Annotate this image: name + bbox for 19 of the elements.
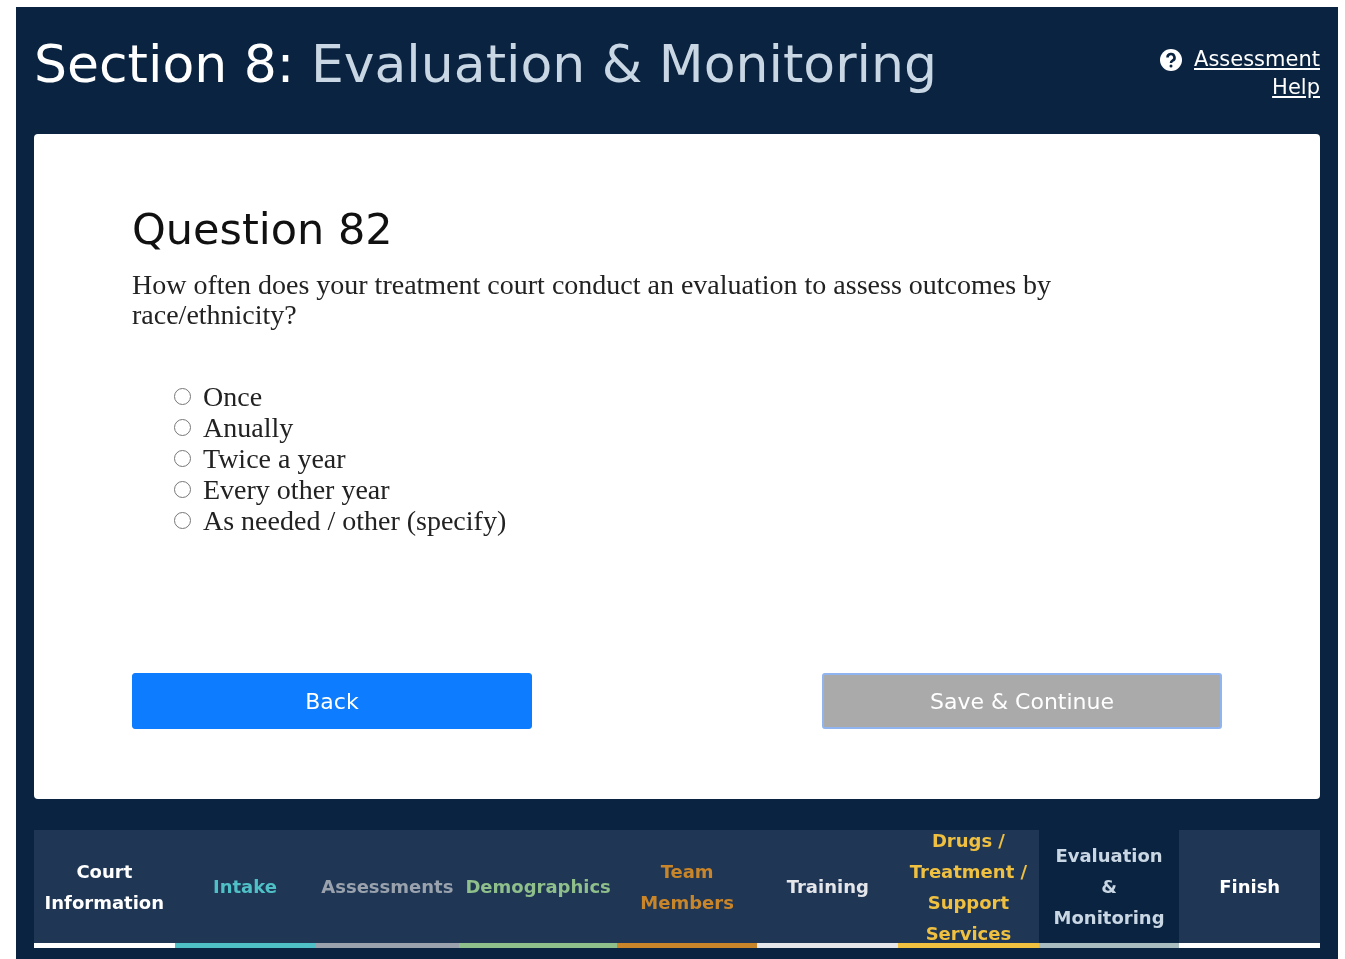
- radio-option[interactable]: As needed / other (specify): [174, 505, 1222, 537]
- step-tab[interactable]: Assessments: [315, 830, 460, 948]
- step-tab[interactable]: Finish: [1179, 830, 1320, 948]
- help-icon: [1160, 49, 1182, 71]
- step-tab[interactable]: Evaluation & Monitoring: [1038, 830, 1180, 948]
- back-button[interactable]: Back: [132, 673, 532, 730]
- question-title: Question 82: [132, 204, 394, 256]
- step-tab[interactable]: Demographics: [459, 830, 617, 948]
- help-link[interactable]: Assessment Help: [1160, 45, 1320, 102]
- page-title: Section 8: Evaluation & Monitoring: [34, 33, 937, 96]
- step-tab[interactable]: Court Information: [34, 830, 175, 948]
- step-tab[interactable]: Team Members: [616, 830, 758, 948]
- step-tab[interactable]: Training: [757, 830, 899, 948]
- question-text: How often does your treatment court conduct an evaluation to assess outcomes by race/ethnicity?: [132, 269, 1053, 332]
- radio-option[interactable]: Twice a year: [174, 443, 1222, 475]
- radio-option[interactable]: Once: [174, 381, 1222, 413]
- radio-option[interactable]: Every other year: [174, 474, 1222, 506]
- step-tab[interactable]: Intake: [174, 830, 316, 948]
- radio-option[interactable]: Anually: [174, 412, 1222, 444]
